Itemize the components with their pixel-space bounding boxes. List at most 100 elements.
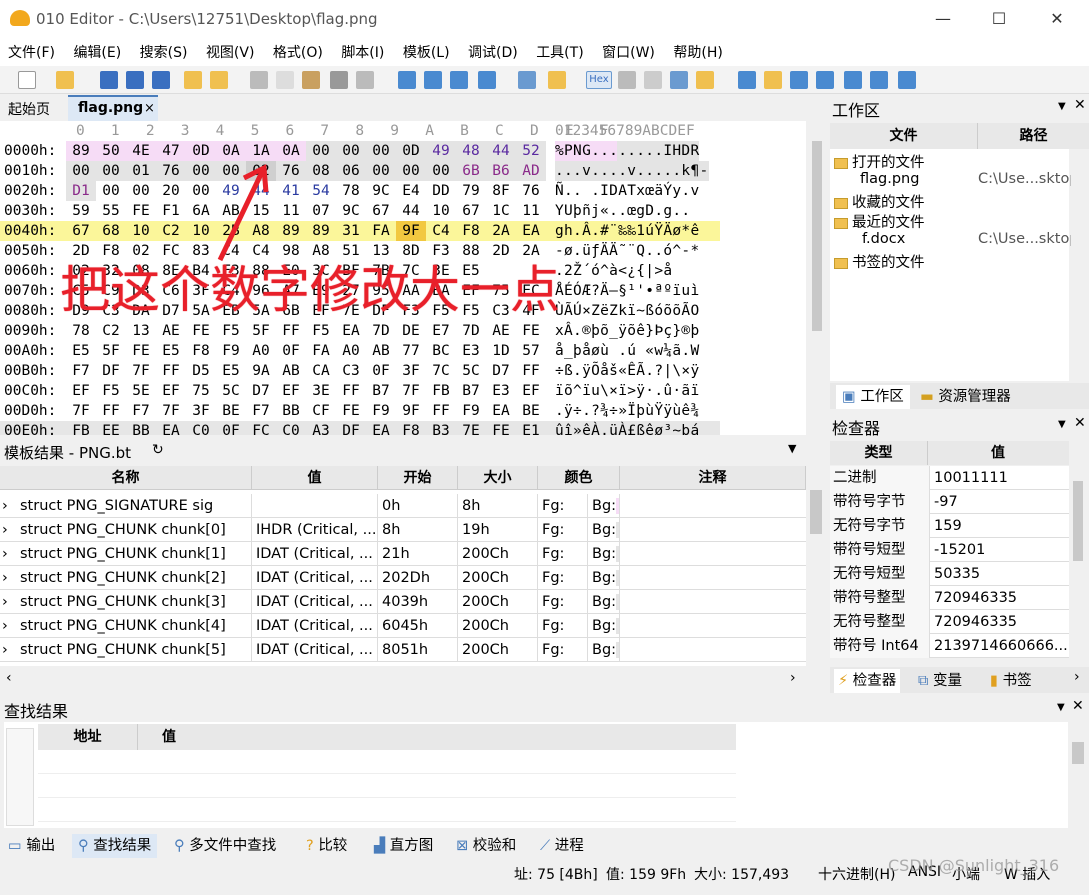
- close-file-icon[interactable]: [210, 71, 228, 89]
- inspector-value[interactable]: 10011111: [931, 466, 1070, 490]
- ascii-text[interactable]: å_þåøù .ú «w¼ã.W: [555, 341, 699, 361]
- hex-byte[interactable]: 78: [336, 181, 366, 201]
- hex-byte[interactable]: EA: [366, 421, 396, 435]
- hex-byte[interactable]: 4F: [516, 301, 546, 321]
- hex-byte[interactable]: F8: [456, 221, 486, 241]
- tab-variables[interactable]: ⧉ 变量: [918, 669, 962, 693]
- hex-byte[interactable]: 9F: [396, 401, 426, 421]
- hex-byte[interactable]: 67: [456, 201, 486, 221]
- hex-byte[interactable]: BC: [426, 341, 456, 361]
- hex-byte[interactable]: FE: [126, 201, 156, 221]
- tree-recent[interactable]: 最近的文件: [834, 211, 925, 232]
- hex-byte[interactable]: 0A: [216, 141, 246, 161]
- col-start[interactable]: 开始: [378, 466, 458, 490]
- workspace-scrollbar[interactable]: [1071, 149, 1089, 381]
- inspector-value[interactable]: 720946335: [931, 586, 1070, 610]
- hex-byte[interactable]: F7: [66, 361, 96, 381]
- template-icon[interactable]: [518, 71, 536, 89]
- template-hscrollbar[interactable]: ‹ ›: [0, 670, 806, 688]
- hex-byte[interactable]: E5: [456, 261, 486, 281]
- hex-byte[interactable]: FE: [126, 341, 156, 361]
- hex-byte[interactable]: 11: [516, 201, 546, 221]
- inspector-dropdown-icon[interactable]: ▼: [1058, 419, 1066, 430]
- hex-byte[interactable]: D7: [156, 301, 186, 321]
- hex-byte[interactable]: 7F: [156, 401, 186, 421]
- hex-byte[interactable]: 3E: [426, 261, 456, 281]
- hex-byte[interactable]: F3: [396, 301, 426, 321]
- hex-byte[interactable]: AB: [276, 361, 306, 381]
- expand-arrow-icon[interactable]: ›: [2, 638, 16, 662]
- hex-byte[interactable]: 9F: [396, 221, 426, 241]
- hex-byte[interactable]: AE: [156, 321, 186, 341]
- save-as-icon[interactable]: [126, 71, 144, 89]
- col-address[interactable]: 地址: [38, 724, 138, 750]
- hex-byte[interactable]: A8: [246, 221, 276, 241]
- hex-byte[interactable]: C6: [156, 281, 186, 301]
- inspector-row[interactable]: 无符号字节 159: [830, 514, 1070, 538]
- hex-byte[interactable]: 6B: [456, 161, 486, 181]
- hex-byte[interactable]: 76: [276, 161, 306, 181]
- hex-byte[interactable]: 51: [336, 241, 366, 261]
- menu-template[interactable]: 模板(L): [395, 38, 456, 62]
- hex-byte[interactable]: DF: [366, 301, 396, 321]
- hex-byte[interactable]: 9A: [246, 361, 276, 381]
- hex-byte[interactable]: 15: [246, 201, 276, 221]
- hex-byte[interactable]: E3: [486, 381, 516, 401]
- hex-byte[interactable]: 52: [516, 141, 546, 161]
- save-all-icon[interactable]: [152, 71, 170, 89]
- hex-byte[interactable]: F5: [216, 321, 246, 341]
- find-dropdown-icon[interactable]: ▼: [1057, 702, 1065, 713]
- hex-byte[interactable]: D5: [186, 361, 216, 381]
- hex-byte[interactable]: A8: [306, 241, 336, 261]
- hex-byte[interactable]: 2A: [516, 241, 546, 261]
- open-workspace-icon[interactable]: [184, 71, 202, 89]
- ascii-text[interactable]: YUþñj«..œgD.g..: [555, 201, 690, 221]
- hex-byte[interactable]: E4: [396, 181, 426, 201]
- hex-byte[interactable]: EF: [306, 301, 336, 321]
- hex-byte[interactable]: EB: [216, 301, 246, 321]
- hex-byte[interactable]: EA: [516, 221, 546, 241]
- hex-byte[interactable]: FF: [96, 401, 126, 421]
- replace-icon[interactable]: [424, 71, 442, 89]
- hex-byte[interactable]: FE: [186, 321, 216, 341]
- hex-byte[interactable]: 59: [66, 201, 96, 221]
- new-file-icon[interactable]: [18, 71, 36, 89]
- hex-byte[interactable]: 83: [186, 241, 216, 261]
- tab-workspace[interactable]: ▣ 工作区: [836, 385, 910, 409]
- hex-byte[interactable]: FF: [336, 381, 366, 401]
- workspace-dropdown-icon[interactable]: ▼: [1058, 101, 1066, 112]
- hex-byte[interactable]: FA: [306, 341, 336, 361]
- hex-byte[interactable]: BA: [426, 281, 456, 301]
- compare-icon[interactable]: [790, 71, 808, 89]
- ascii-text[interactable]: .ÿ÷.?¾÷»ÏþùŸÿùê¾: [555, 401, 699, 421]
- expand-arrow-icon[interactable]: ›: [2, 566, 16, 590]
- hex-byte[interactable]: 3F: [186, 281, 216, 301]
- hex-byte[interactable]: 79: [456, 181, 486, 201]
- template-row[interactable]: › struct PNG_CHUNK chunk[5] IDAT (Critical…: [0, 638, 806, 662]
- inspector-value[interactable]: 159: [931, 514, 1070, 538]
- hex-byte[interactable]: C3: [336, 361, 366, 381]
- hex-byte[interactable]: F5: [456, 301, 486, 321]
- hex-byte[interactable]: DF: [96, 361, 126, 381]
- hex-byte[interactable]: 88: [456, 241, 486, 261]
- hex-byte[interactable]: 6B: [276, 301, 306, 321]
- menu-view[interactable]: 视图(V): [198, 38, 261, 62]
- menu-script[interactable]: 脚本(I): [333, 38, 390, 62]
- expand-arrow-icon[interactable]: ›: [2, 590, 16, 614]
- hex-byte[interactable]: D7: [486, 361, 516, 381]
- hex-byte[interactable]: FC: [156, 241, 186, 261]
- tab-inspector[interactable]: ⚡ 检查器: [834, 669, 901, 693]
- hex-byte[interactable]: 0F: [216, 421, 246, 435]
- hex-byte[interactable]: 89: [66, 141, 96, 161]
- hex-byte[interactable]: 47: [156, 141, 186, 161]
- hex-byte[interactable]: DD: [426, 181, 456, 201]
- find-close-icon[interactable]: ✕: [1072, 698, 1084, 714]
- template-scroll-thumb[interactable]: [810, 490, 822, 534]
- menu-file[interactable]: 文件(F): [0, 38, 61, 62]
- hex-byte[interactable]: EA: [486, 401, 516, 421]
- hex-byte[interactable]: 20: [156, 181, 186, 201]
- hex-byte[interactable]: 00: [336, 141, 366, 161]
- hex-byte[interactable]: 75: [486, 281, 516, 301]
- hex-byte[interactable]: F8: [96, 241, 126, 261]
- hex-byte[interactable]: CF: [306, 401, 336, 421]
